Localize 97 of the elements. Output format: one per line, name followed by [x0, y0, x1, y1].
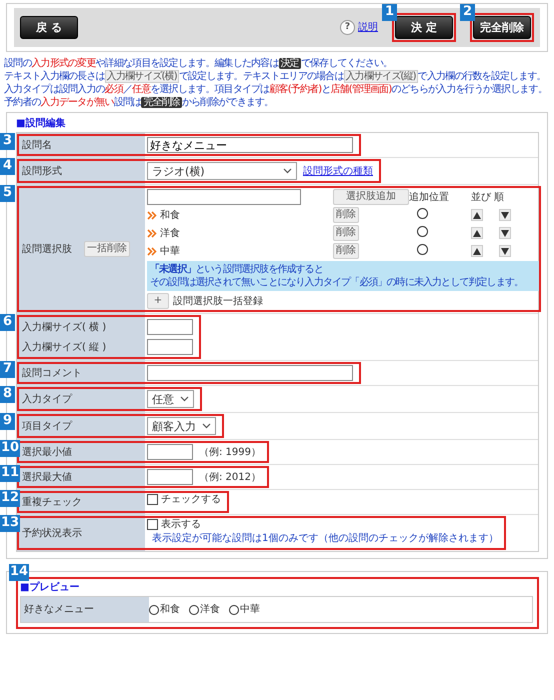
radio-button[interactable]: [149, 604, 159, 614]
action-button[interactable]: 決 定: [395, 16, 453, 39]
instruction-text: 予約者の入力データが無い設問は 完全削除 から削除ができます。: [4, 96, 274, 109]
field-label: 好きなメニュー: [23, 603, 95, 616]
field-label: 入力欄サイズ( 縦 ): [21, 340, 108, 354]
choice-label: 洋食: [160, 226, 180, 240]
move-down-button[interactable]: [499, 245, 511, 257]
bulk-register-label: 設問選択肢一括登録: [173, 294, 263, 308]
number-badge: 12: [0, 490, 20, 507]
field-label: 予約状況表示: [21, 526, 83, 540]
number-badge: 1: [382, 4, 397, 21]
instruction-text: テキスト入力欄の長さは 入力欄サイズ(横) で設定します。テキストエリアの場合は 入力欄サイズ(縦) で入力欄の行数を設定します。: [4, 70, 547, 83]
up-triangle-icon: [473, 230, 481, 236]
bulk-delete-button[interactable]: 一括削除: [84, 241, 130, 257]
radio-button[interactable]: [417, 208, 428, 218]
input-field[interactable]: [147, 365, 353, 381]
column-heading: 追加位置: [409, 190, 450, 204]
delete-button[interactable]: 削除: [333, 225, 359, 241]
field-label: 重複チェック: [21, 496, 83, 508]
double-chevron-icon: [147, 228, 157, 238]
format-types-link[interactable]: 設問形式の種類: [303, 164, 373, 178]
number-badge: 8: [0, 386, 15, 403]
checkbox[interactable]: [147, 494, 158, 505]
number-badge: 7: [0, 361, 15, 378]
option-label: 和食: [160, 603, 180, 616]
move-up-button[interactable]: [471, 209, 483, 221]
instruction-text: 設問の入力形式の変更や詳細な項目を設定します。編集した内容は 決定 で保存してください。: [4, 57, 394, 70]
example-text: （例: 1999）: [199, 446, 261, 458]
number-badge: 6: [0, 314, 15, 331]
info-text: その設問は選択されて無いことになり入力タイプ「必須」の時に未入力として判定します。: [150, 276, 524, 289]
action-button[interactable]: 完全削除: [473, 16, 531, 39]
radio-button[interactable]: [229, 604, 239, 614]
input-field[interactable]: [147, 469, 193, 485]
move-up-button[interactable]: [471, 227, 483, 239]
field-label: 項目タイプ: [21, 420, 74, 432]
add-button[interactable]: +: [147, 293, 169, 309]
input-field[interactable]: [147, 189, 301, 205]
radio-button[interactable]: [417, 244, 428, 254]
help-icon[interactable]: ?: [340, 20, 355, 35]
field-label: 設問選択肢: [22, 242, 72, 256]
example-text: （例: 2012）: [199, 470, 261, 484]
radio-button[interactable]: [417, 226, 428, 236]
add-choice-button[interactable]: 選択肢追加: [333, 189, 409, 205]
option-label: 洋食: [200, 603, 220, 616]
chevron-down-icon: [180, 396, 189, 402]
number-badge: 2: [460, 4, 475, 21]
field-label: 入力タイプ: [21, 392, 74, 406]
number-badge: 11: [0, 465, 20, 482]
number-badge: 5: [0, 185, 15, 202]
field-label: 入力欄サイズ( 横 ): [21, 320, 108, 334]
delete-button[interactable]: 削除: [333, 207, 359, 223]
double-chevron-icon: [147, 210, 157, 220]
number-badge: 14: [9, 564, 30, 581]
chevron-down-icon: [202, 423, 211, 429]
field-label: 設問コメント: [21, 366, 83, 380]
checkbox-label: 表示する: [161, 518, 201, 531]
number-badge: 9: [0, 413, 15, 430]
number-badge: 4: [0, 158, 15, 175]
dropdown[interactable]: 顧客入力: [147, 417, 216, 435]
instruction-text: 入力タイプは設問入力の必須／任意を選択します。項目タイプは顧客(予約者)と店舗(管理画面)のどちらが入力を行うか選択します。: [4, 83, 548, 96]
input-field[interactable]: [147, 319, 193, 335]
input-field[interactable]: [147, 339, 193, 355]
input-field[interactable]: [147, 444, 193, 460]
chevron-down-icon: [283, 168, 292, 174]
dropdown[interactable]: ラジオ(横): [147, 162, 297, 180]
down-triangle-icon: [501, 230, 509, 236]
field-label: 選択最小値: [21, 446, 73, 458]
double-chevron-icon: [147, 246, 157, 256]
note-text: 表示設定が可能な設問は1個のみです（他の設問のチェックが解除されます）: [151, 532, 498, 545]
number-badge: 3: [0, 133, 15, 150]
radio-button[interactable]: [189, 604, 199, 614]
choice-label: 中華: [160, 244, 180, 258]
move-down-button[interactable]: [499, 227, 511, 239]
down-triangle-icon: [501, 248, 509, 254]
up-triangle-icon: [473, 212, 481, 218]
move-down-button[interactable]: [499, 209, 511, 221]
number-badge: 10: [0, 440, 20, 457]
down-triangle-icon: [501, 212, 509, 218]
checkbox[interactable]: [147, 519, 158, 530]
input-field[interactable]: 好きなメニュー: [147, 137, 353, 153]
field-label: 設問形式: [21, 164, 63, 178]
back-button[interactable]: 戻 る: [20, 16, 78, 39]
number-badge: 13: [0, 515, 20, 532]
help-link[interactable]: 説明: [358, 21, 378, 34]
section-title: ■プレビュー: [20, 581, 80, 594]
field-label: 設問名: [21, 138, 53, 152]
field-label: 選択最大値: [21, 470, 73, 484]
column-heading: 並び 順: [471, 190, 506, 204]
delete-button[interactable]: 削除: [333, 243, 359, 259]
checkbox-label: チェックする: [161, 493, 221, 506]
option-label: 中華: [240, 603, 260, 616]
dropdown[interactable]: 任意: [147, 390, 194, 408]
move-up-button[interactable]: [471, 245, 483, 257]
section-title: ■設問編集: [16, 117, 66, 130]
choice-label: 和食: [160, 208, 180, 222]
up-triangle-icon: [473, 248, 481, 254]
info-text: 「未選択」という設問選択肢を作成すると: [150, 263, 324, 276]
